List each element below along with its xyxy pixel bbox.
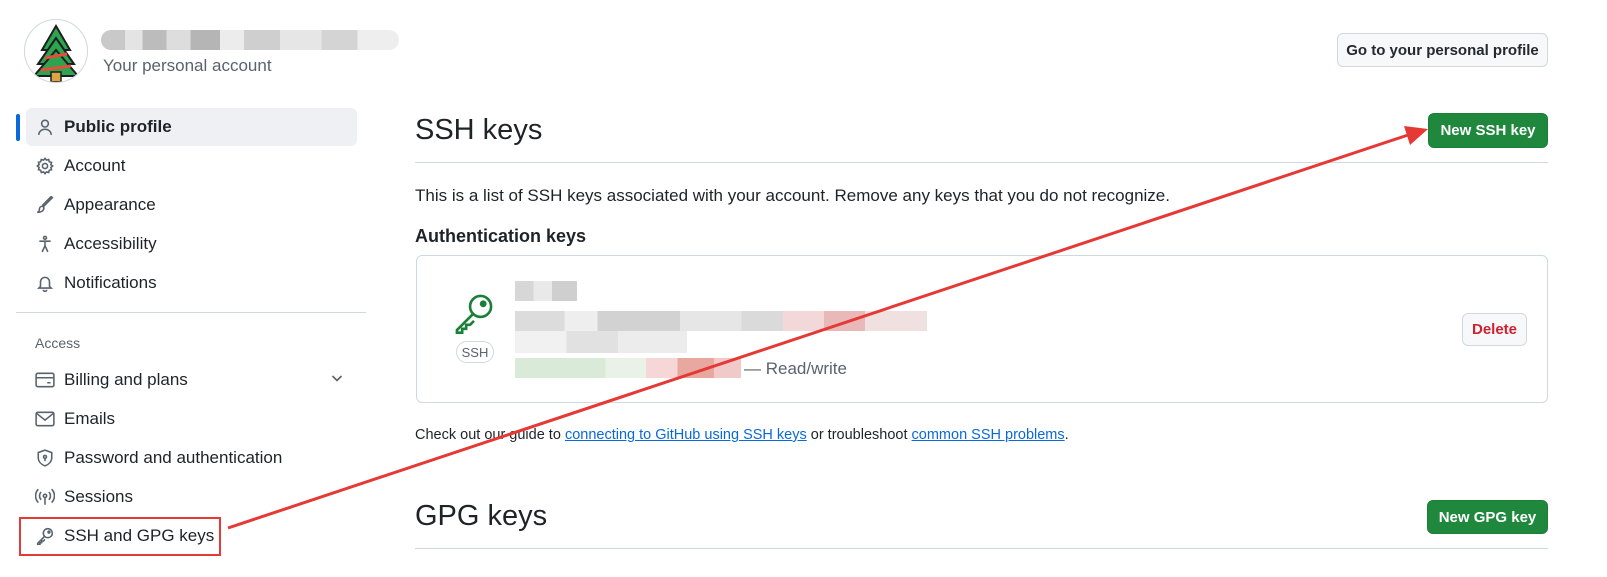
sidebar-item-label: Billing and plans — [64, 370, 188, 389]
paintbrush-icon — [34, 194, 56, 216]
sidebar-item-label: Emails — [64, 409, 116, 428]
key-fingerprint-redacted — [515, 311, 927, 331]
go-to-profile-button[interactable]: Go to your personal profile — [1337, 33, 1548, 67]
sidebar-item-label: Appearance — [64, 195, 156, 214]
ssh-description: This is a list of SSH keys associated wi… — [415, 186, 1170, 205]
annotation-highlight-box — [19, 517, 221, 556]
bell-icon — [34, 272, 56, 294]
sidebar-item-password-auth[interactable]: Password and authentication — [26, 439, 357, 477]
key-access-level: — Read/write — [744, 359, 847, 378]
key-title-redacted — [515, 281, 577, 301]
key-added-redacted — [515, 331, 687, 353]
broadcast-icon — [34, 486, 56, 508]
sidebar-item-label: Account — [64, 156, 126, 175]
sidebar-item-public-profile[interactable]: Public profile — [26, 108, 357, 146]
active-indicator — [16, 114, 20, 141]
sidebar-item-appearance[interactable]: Appearance — [26, 186, 357, 224]
account-subtitle: Your personal account — [103, 56, 272, 75]
sidebar-item-accessibility[interactable]: Accessibility — [26, 225, 357, 263]
account-name-redacted — [101, 30, 399, 50]
ssh-guide-text: Check out our guide to connecting to Git… — [415, 427, 1069, 443]
ssh-troubleshoot-link[interactable]: common SSH problems — [912, 427, 1065, 443]
sidebar-item-label: Sessions — [64, 487, 133, 506]
gear-icon — [34, 155, 56, 177]
accessibility-icon — [34, 233, 56, 255]
ssh-type-badge: SSH — [456, 341, 494, 363]
mail-icon — [34, 408, 56, 430]
sidebar-item-notifications[interactable]: Notifications — [26, 264, 357, 302]
sidebar-item-sessions[interactable]: Sessions — [26, 478, 357, 516]
new-ssh-key-button[interactable]: New SSH key — [1428, 113, 1548, 148]
ssh-connect-guide-link[interactable]: connecting to GitHub using SSH keys — [565, 427, 807, 443]
person-icon — [34, 116, 56, 138]
chevron-down-icon[interactable] — [329, 370, 345, 391]
sidebar-item-label: Public profile — [64, 117, 172, 136]
sidebar-section-label: Access — [35, 335, 81, 351]
authentication-keys-heading: Authentication keys — [415, 226, 587, 246]
sidebar-item-label: Password and authentication — [64, 448, 283, 467]
delete-key-button[interactable]: Delete — [1462, 313, 1527, 346]
key-usage-redacted — [515, 358, 741, 378]
gpg-keys-title: GPG keys — [415, 500, 548, 532]
ssh-keys-title: SSH keys — [415, 114, 543, 146]
section-divider — [415, 162, 1548, 163]
sidebar-item-label: Notifications — [64, 273, 157, 292]
sidebar-item-emails[interactable]: Emails — [26, 400, 357, 438]
sidebar-item-billing[interactable]: Billing and plans — [26, 361, 357, 399]
section-divider — [415, 548, 1548, 549]
key-icon — [453, 292, 495, 339]
sidebar-item-account[interactable]: Account — [26, 147, 357, 185]
shield-lock-icon — [34, 447, 56, 469]
sidebar-divider — [16, 312, 366, 313]
sidebar-item-label: Accessibility — [64, 234, 157, 253]
new-gpg-key-button[interactable]: New GPG key — [1427, 500, 1548, 534]
avatar[interactable] — [24, 19, 88, 83]
credit-card-icon — [34, 369, 56, 391]
